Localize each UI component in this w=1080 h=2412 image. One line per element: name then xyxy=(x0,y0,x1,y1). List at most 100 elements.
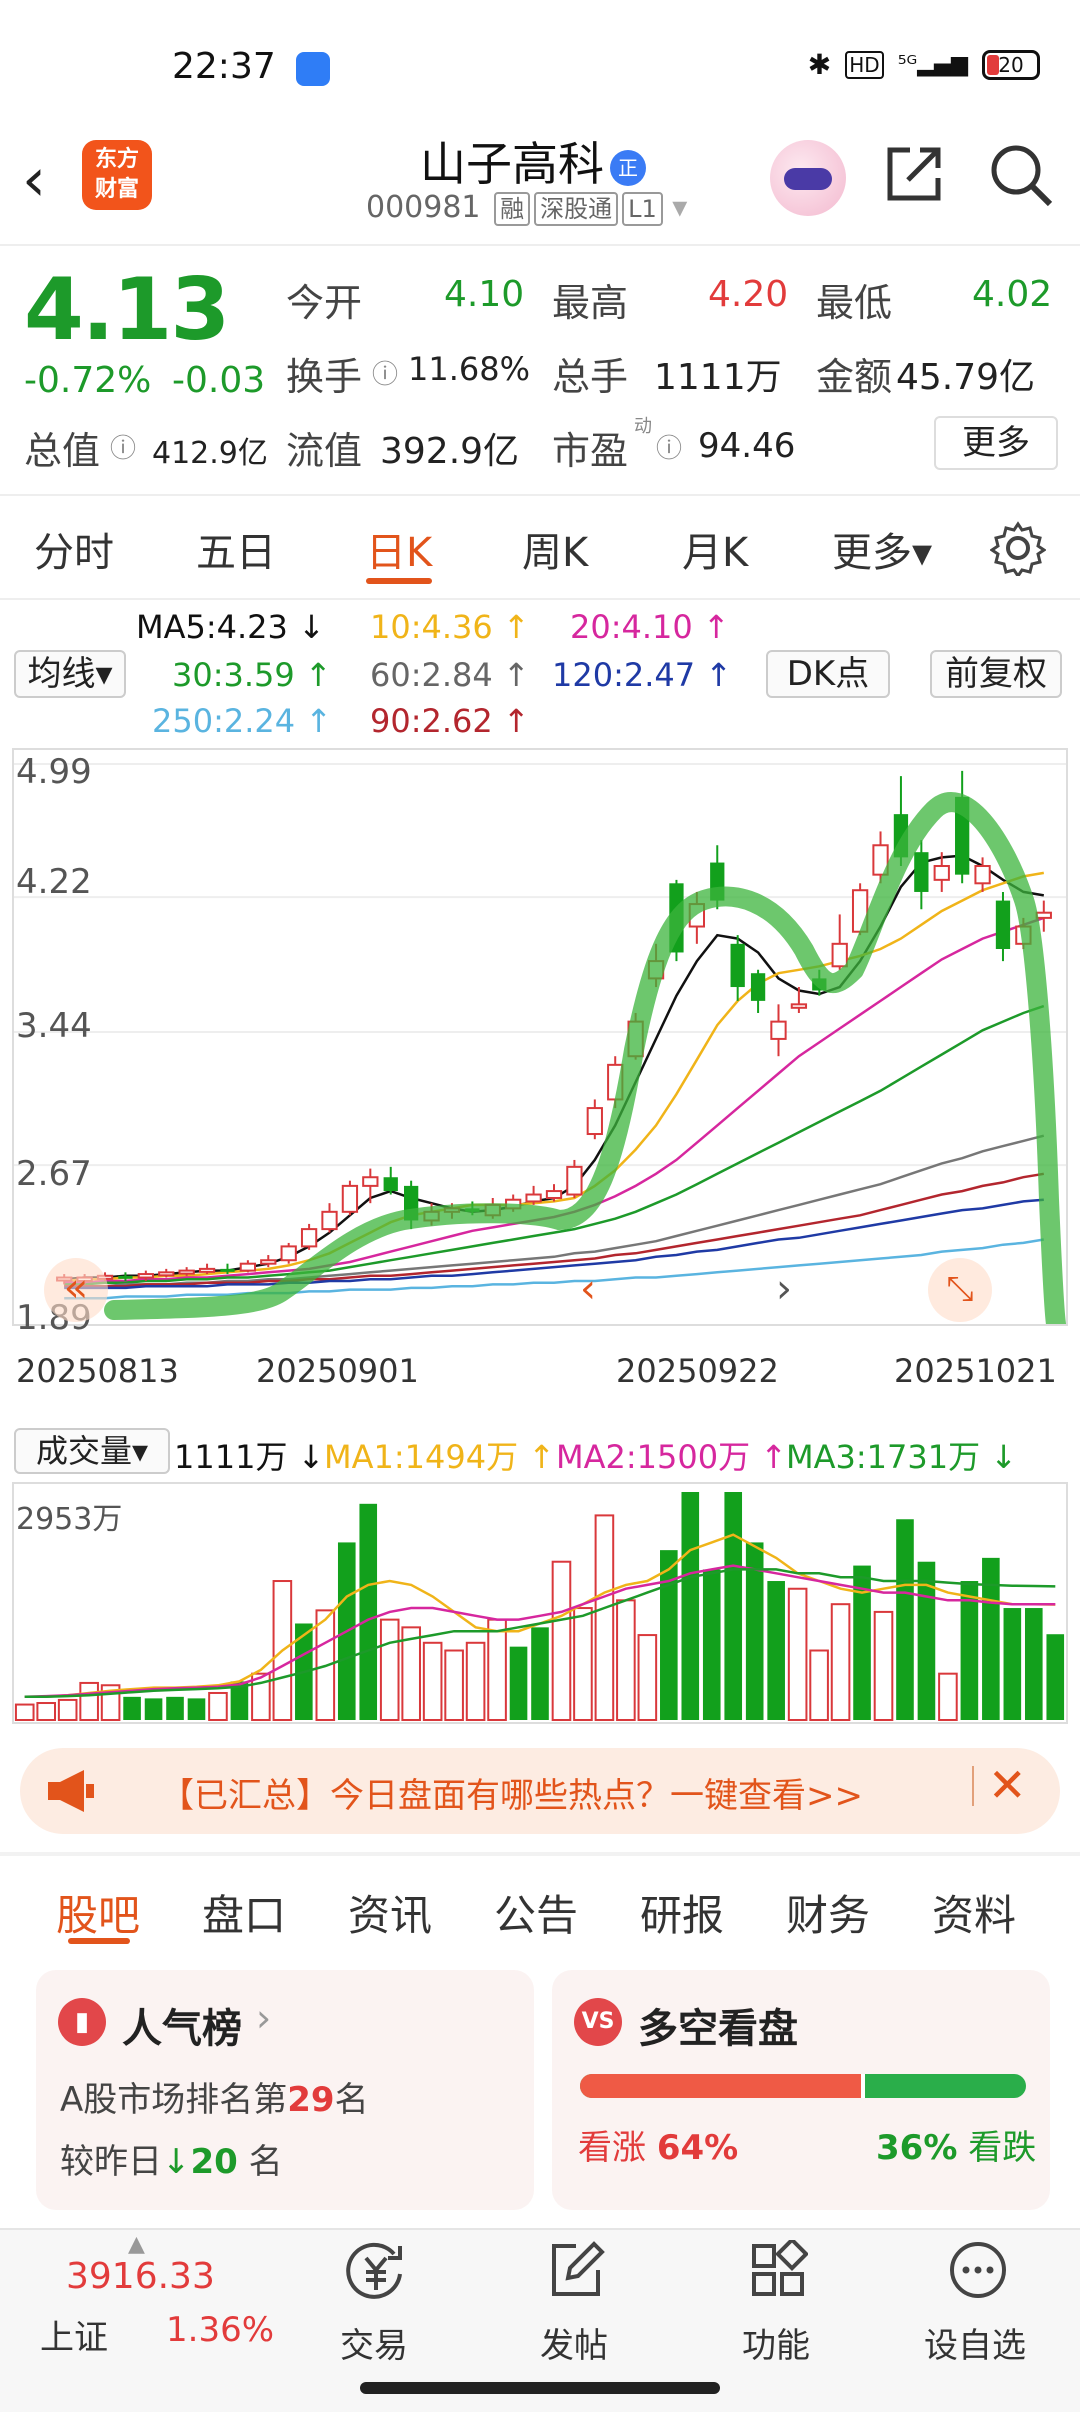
tab-weekly-k[interactable]: 周K xyxy=(522,520,588,578)
more-button[interactable]: 更多 xyxy=(934,416,1058,470)
hd-icon: HD xyxy=(845,50,884,79)
volume-bar xyxy=(359,1503,378,1720)
amount-label: 金额 xyxy=(816,355,893,399)
volume-chart[interactable] xyxy=(12,1482,1068,1724)
company-badge: 正 xyxy=(610,149,646,186)
candle xyxy=(831,914,848,970)
tab-news[interactable]: 资讯 xyxy=(348,1882,432,1943)
scroll-left-fast-icon[interactable]: « xyxy=(44,1258,108,1322)
candle-body xyxy=(198,1267,216,1273)
candle-body xyxy=(137,1273,154,1279)
scroll-right-icon[interactable]: › xyxy=(776,1266,792,1312)
adjust-button[interactable]: 前复权 xyxy=(930,650,1062,698)
search-icon[interactable] xyxy=(986,140,1056,210)
compose-icon[interactable] xyxy=(546,2240,606,2300)
volume-selector[interactable]: 成交量▾ xyxy=(14,1428,170,1474)
y-tick: 4.99 xyxy=(16,752,92,792)
tab-daily-k[interactable]: 日K xyxy=(366,520,432,578)
kline-chart[interactable] xyxy=(12,748,1068,1334)
battery-level: 20 xyxy=(998,52,1024,77)
dk-point-button[interactable]: DK点 xyxy=(766,650,890,698)
bull-pct: 64% xyxy=(656,2128,739,2168)
volume-bar xyxy=(767,1581,785,1720)
expand-icon[interactable]: ⤡ xyxy=(928,1258,992,1322)
tab-intraday[interactable]: 分时 xyxy=(34,520,114,578)
nav-trade[interactable]: 交易 xyxy=(340,2318,408,2367)
tab-guba[interactable]: 股吧 xyxy=(56,1882,140,1943)
scroll-left-icon[interactable]: ‹ xyxy=(580,1266,596,1312)
nav-post[interactable]: 发帖 xyxy=(540,2318,608,2367)
amount-value: 45.79亿 xyxy=(896,357,1036,398)
candle xyxy=(995,891,1011,962)
bear-line: 36% 看跌 xyxy=(876,2120,1036,2169)
back-arrow-icon[interactable]: ‹ xyxy=(22,145,46,215)
candle xyxy=(239,1260,257,1273)
info-icon[interactable]: ⓘ xyxy=(656,428,682,465)
megaphone-icon xyxy=(48,1770,94,1812)
banner-text[interactable]: 【已汇总】今日盘面有哪些热点？一键查看>> xyxy=(160,1768,863,1817)
tab-five-day[interactable]: 五日 xyxy=(196,520,276,578)
ma30-legend: 30:3.59 ↑ xyxy=(172,656,332,694)
close-icon[interactable]: ✕ xyxy=(988,1758,1027,1812)
candle-body xyxy=(730,943,745,988)
volume-bar xyxy=(487,1618,507,1722)
bear-label: 看跌 xyxy=(968,2128,1037,2168)
volume-bar xyxy=(1003,1608,1022,1720)
nav-add-watchlist[interactable]: 设自选 xyxy=(924,2318,1026,2367)
candle-body xyxy=(118,1275,133,1279)
info-icon[interactable]: ⓘ xyxy=(110,428,136,465)
candle-body xyxy=(545,1190,563,1199)
bull-label: 看涨 xyxy=(578,2128,646,2168)
sentiment-bar xyxy=(580,2074,1026,2098)
tab-profile[interactable]: 资料 xyxy=(932,1882,1016,1943)
stock-code-line[interactable]: 000981 融深股通 L1 ▾ xyxy=(366,190,687,226)
candle-body xyxy=(383,1177,398,1192)
trade-yen-icon[interactable] xyxy=(344,2240,408,2300)
index-change[interactable]: 1.36% xyxy=(166,2310,274,2350)
volume-bar xyxy=(465,1641,486,1722)
rank-suffix: 名 xyxy=(334,2080,369,2120)
ai-robot-icon[interactable] xyxy=(770,140,846,216)
rank-line: A股市场排名第29名 xyxy=(60,2072,369,2121)
volume-max-label: 2953万 xyxy=(16,1502,123,1537)
info-icon[interactable]: ⓘ xyxy=(372,354,398,391)
volume-bar xyxy=(982,1557,1000,1720)
functions-grid-icon[interactable] xyxy=(748,2240,808,2300)
settings-gear-icon[interactable] xyxy=(990,520,1046,576)
candle-body xyxy=(362,1176,379,1187)
tab-pankou[interactable]: 盘口 xyxy=(202,1882,286,1943)
index-value[interactable]: 3916.33 xyxy=(66,2256,215,2297)
tab-research[interactable]: 研报 xyxy=(640,1882,724,1943)
sentiment-title: 多空看盘 xyxy=(638,2006,798,2052)
candle xyxy=(198,1263,216,1275)
candle xyxy=(750,969,766,1013)
low-label: 最低 xyxy=(816,281,893,325)
tag-margin: 融 xyxy=(494,192,531,226)
divider xyxy=(0,244,1080,246)
y-tick: 3.44 xyxy=(16,1006,92,1046)
tag-connect: 深股通 xyxy=(534,192,619,226)
index-name[interactable]: 上证 xyxy=(40,2310,108,2359)
home-indicator[interactable] xyxy=(360,2382,720,2394)
candle-body xyxy=(566,1165,583,1196)
candle xyxy=(341,1180,359,1216)
tab-finance[interactable]: 财务 xyxy=(786,1882,870,1943)
candle xyxy=(545,1184,563,1202)
nav-functions[interactable]: 功能 xyxy=(742,2318,810,2367)
volume-current: 1111万 ↓ xyxy=(174,1438,325,1476)
current-price: 4.13 xyxy=(24,260,230,360)
tab-more[interactable]: 更多▾ xyxy=(832,520,932,578)
float-label: 流值 xyxy=(286,429,363,473)
more-dots-icon[interactable] xyxy=(948,2240,1008,2300)
down-arrow-icon: ↓ xyxy=(162,2142,191,2182)
x-tick: 20250922 xyxy=(616,1352,779,1390)
tab-announcements[interactable]: 公告 xyxy=(494,1882,578,1943)
candle-body xyxy=(260,1259,277,1265)
mktcap-value: 412.9亿 xyxy=(152,436,268,471)
share-icon[interactable] xyxy=(882,140,948,206)
change-percent: -0.72% xyxy=(24,360,152,401)
tab-monthly-k[interactable]: 月K xyxy=(682,520,748,578)
float-value: 392.9亿 xyxy=(380,431,520,472)
high-value: 4.20 xyxy=(708,274,789,315)
ma-selector[interactable]: 均线▾ xyxy=(14,650,126,698)
